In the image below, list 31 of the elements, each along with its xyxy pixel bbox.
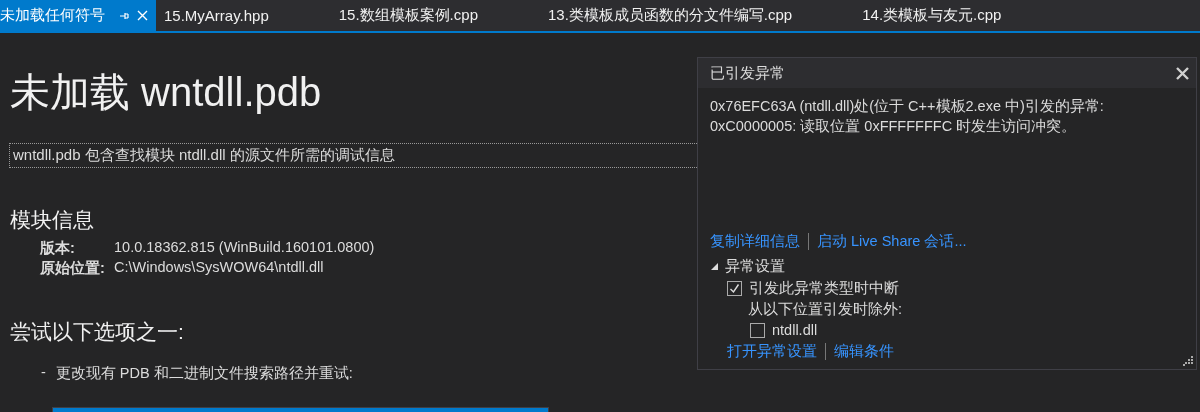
info-label: 版本: [40,239,76,258]
checkbox[interactable] [750,322,765,338]
bullet-mark: - [41,364,46,382]
link[interactable]: 复制详细信息 [710,232,800,251]
checkbox-label: 引发此异常类型时中断 [749,279,899,298]
checkbox-label: ntdll.dll [772,322,818,338]
document-tab[interactable]: 14.类模板与友元.cpp [862,0,1014,31]
document-tab[interactable]: 13.类模板成员函数的分文件编写.cpp [548,0,805,31]
resize-grip-icon[interactable] [1183,356,1193,366]
close-icon[interactable] [1176,66,1189,80]
exception-message: 0x76EFC63A (ntdll.dll)处(位于 C++模板2.exe 中)引发的异常: [710,97,1105,116]
exception-message: 0xC0000005: 读取位置 0xFFFFFFFC 时发生访问冲突。 [710,117,1078,136]
link[interactable]: 启动 Live Share 会话... [817,232,967,251]
info-value: 10.0.18362.815 (WinBuild.160101.0800) [114,239,375,257]
document-tab[interactable]: 未加载任何符号 [0,0,156,31]
link[interactable]: 编辑条件 [834,342,894,361]
section-heading: 模块信息 [10,207,94,233]
section-heading: 尝试以下选项之一: [10,319,184,345]
info-label: 原始位置: [40,259,106,278]
info-value: C:\Windows\SysWOW64\ntdll.dll [114,259,325,277]
document-tab[interactable]: 15.MyArray.hpp [164,0,281,31]
popup-title: 已引发异常 [710,63,785,83]
page-title: 未加载 wntdll.pdb [10,69,322,116]
checkbox[interactable] [727,281,742,296]
settings-heading: 异常设置 [725,257,785,276]
pin-icon[interactable] [119,10,129,21]
link[interactable]: 打开异常设置 [727,342,817,361]
option-text: 更改现有 PDB 和二进制文件搜索路径并重试: [55,364,353,383]
except-label: 从以下位置引发时除外: [747,300,904,319]
document-tab[interactable]: 15.数组模板案例.cpp [338,0,490,31]
expander-icon[interactable] [710,262,719,271]
